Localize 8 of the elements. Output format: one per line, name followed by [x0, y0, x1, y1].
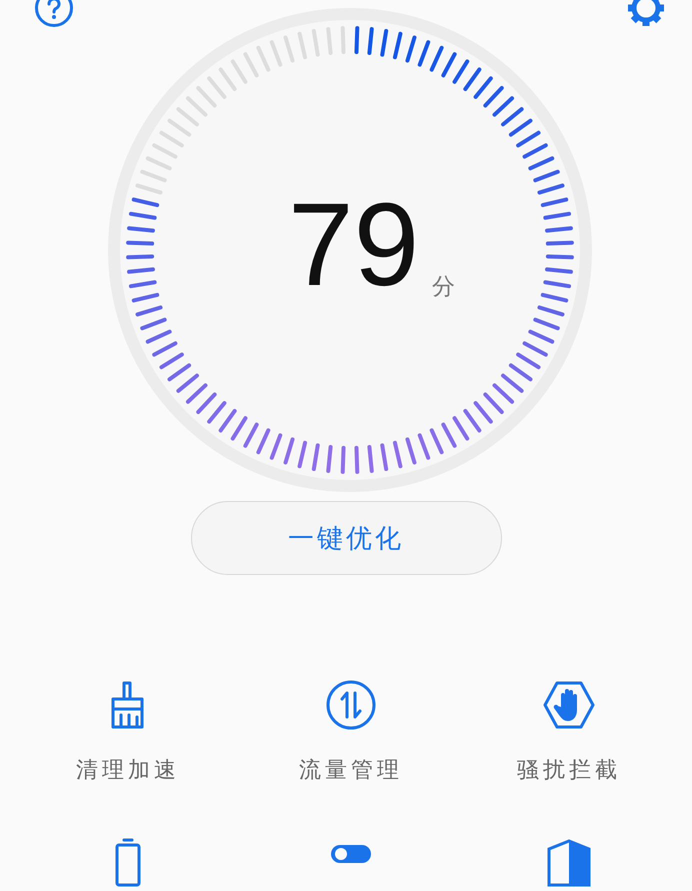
help-icon[interactable]	[34, 0, 74, 28]
score-unit: 分	[432, 273, 455, 302]
score-value: 79	[288, 178, 420, 313]
feature-label[interactable]: 流量管理	[299, 757, 403, 785]
settings-icon[interactable]	[626, 0, 666, 28]
feature-label[interactable]: 骚扰拦截	[517, 757, 621, 785]
optimize-button[interactable]: 一键优化	[190, 501, 502, 575]
feature-label[interactable]: 清理加速	[76, 757, 180, 785]
